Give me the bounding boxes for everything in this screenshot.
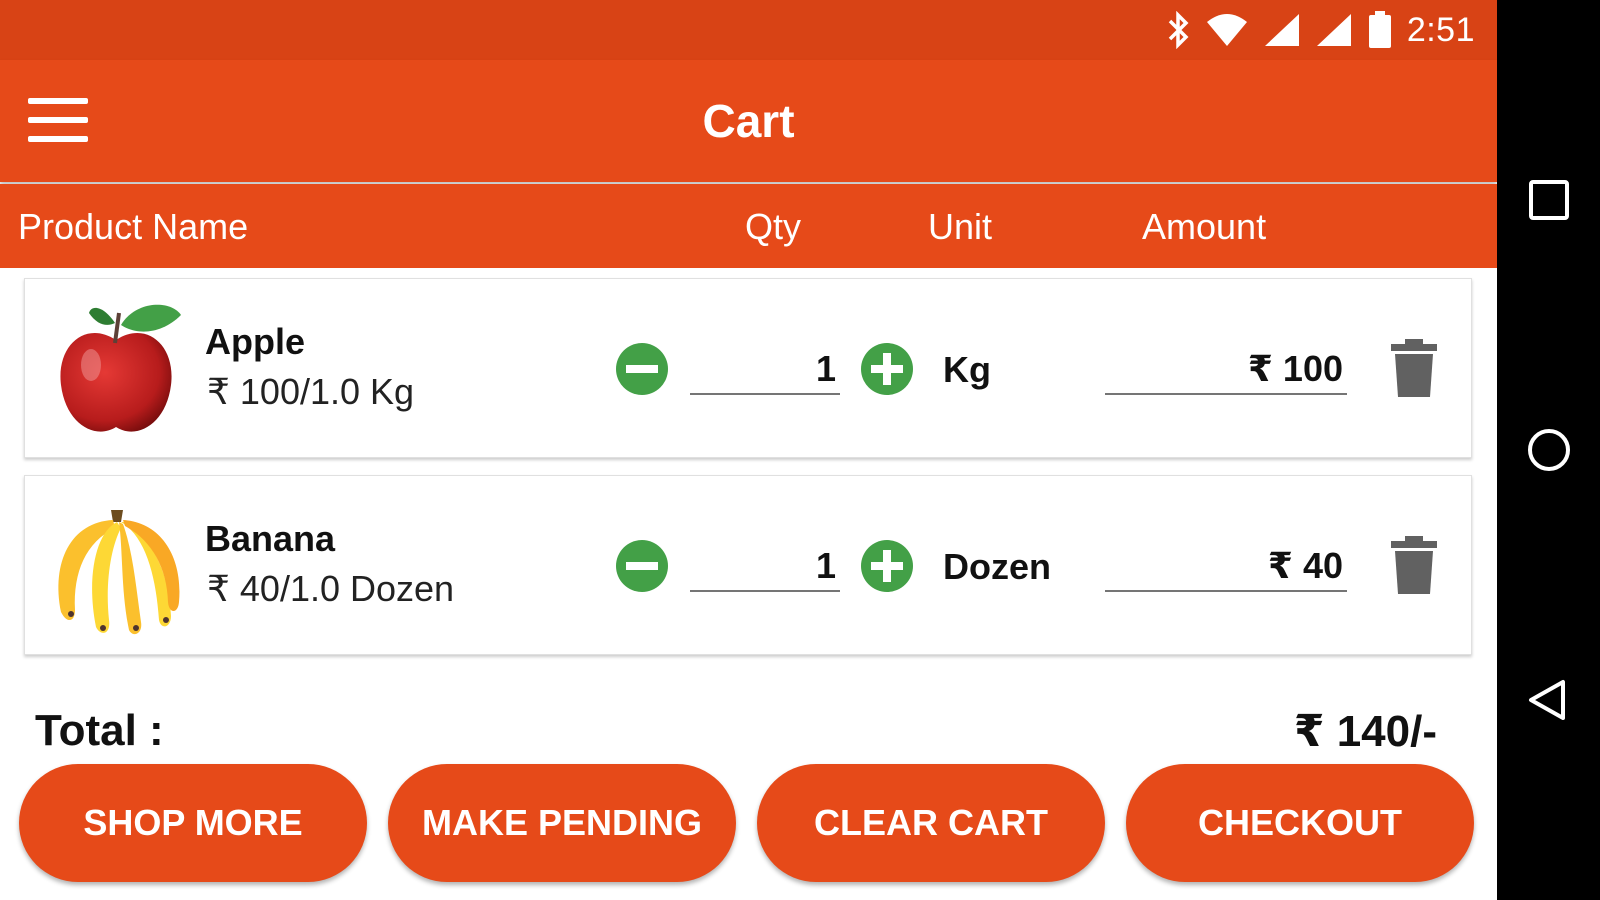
unit-label: Kg [943,349,991,390]
product-price: ₹ 100/1.0 Kg [207,371,415,412]
quantity-field[interactable]: 1 [690,542,840,592]
total-value: ₹ 140/- [1293,707,1437,756]
checkout-button[interactable]: CHECKOUT [1126,764,1474,882]
apple-image [60,304,181,432]
shop-more-button[interactable]: SHOP MORE [19,764,367,882]
page-title: Cart [702,95,795,147]
quantity-field[interactable]: 1 [690,345,840,395]
cart-item-row: Banana ₹ 40/1.0 Dozen 1 Dozen ₹ 40 [24,475,1472,655]
status-time: 2:51 [1406,10,1475,49]
cart-screen: 2:51 Cart Product Name Qty Unit Amount A… [0,0,1497,900]
total-label: Total : [35,706,164,755]
header-amount: Amount [1142,206,1267,247]
product-name: Apple [205,321,306,362]
battery-icon [1368,11,1391,48]
plus-icon[interactable] [860,539,914,593]
clear-cart-button[interactable]: CLEAR CART [757,764,1105,882]
signal-icon [1316,14,1351,46]
minus-icon[interactable] [615,539,669,593]
app-bar: Cart [0,60,1497,182]
plus-icon[interactable] [860,342,914,396]
android-nav-bar [1497,0,1600,900]
back-icon[interactable] [1521,672,1577,728]
table-header: Product Name Qty Unit Amount [0,184,1497,268]
trash-icon[interactable] [1391,536,1437,594]
bluetooth-icon [1168,11,1189,49]
cart-item-row: Apple ₹ 100/1.0 Kg 1 Kg ₹ 100 [24,278,1472,458]
amount-field: ₹ 40 [1105,542,1347,592]
header-unit: Unit [928,206,993,247]
home-icon[interactable] [1521,422,1577,478]
wifi-icon [1206,14,1247,46]
product-name: Banana [205,518,336,559]
banana-image [58,510,180,635]
header-qty: Qty [745,206,802,247]
minus-icon[interactable] [615,342,669,396]
make-pending-button[interactable]: MAKE PENDING [388,764,736,882]
recents-icon[interactable] [1521,172,1577,228]
status-bar: 2:51 [0,0,1497,60]
trash-icon[interactable] [1391,339,1437,397]
signal-icon [1264,14,1299,46]
status-icons: 2:51 [1165,10,1475,50]
header-product-name: Product Name [18,206,249,247]
unit-label: Dozen [943,546,1051,587]
product-price: ₹ 40/1.0 Dozen [207,568,455,609]
amount-field: ₹ 100 [1105,345,1347,395]
